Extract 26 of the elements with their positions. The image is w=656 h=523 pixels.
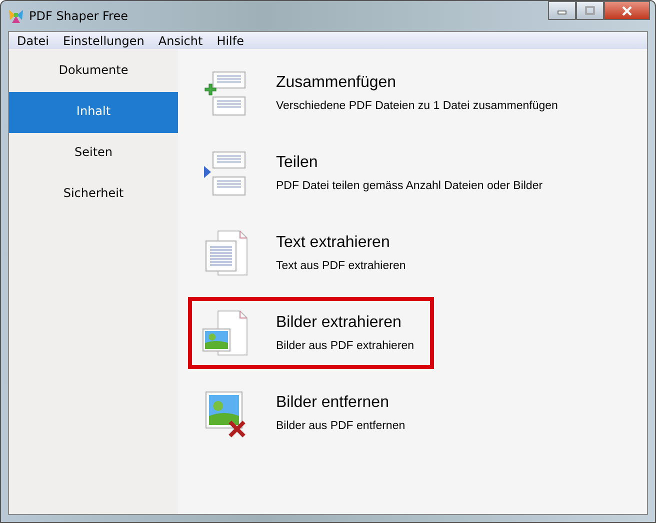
menu-item[interactable]: Datei bbox=[10, 34, 56, 48]
menu-item[interactable]: Ansicht bbox=[151, 34, 210, 48]
menu-item[interactable]: Hilfe bbox=[210, 34, 251, 48]
maximize-icon bbox=[584, 6, 596, 16]
sidebar-item[interactable]: Sicherheit bbox=[9, 174, 178, 215]
image-document-icon bbox=[200, 308, 250, 358]
action-title[interactable]: Bilder entfernen bbox=[276, 394, 406, 412]
window-title: PDF Shaper Free bbox=[29, 9, 128, 23]
action-title[interactable]: Zusammenfügen bbox=[276, 74, 558, 92]
sidebar-item[interactable]: Dokumente bbox=[9, 51, 178, 92]
close-button[interactable] bbox=[604, 1, 650, 20]
action-description: Bilder aus PDF entfernen bbox=[276, 420, 406, 432]
app-logo-icon bbox=[8, 8, 24, 24]
menu-item[interactable]: Einstellungen bbox=[56, 34, 152, 48]
sidebar-item[interactable]: Seiten bbox=[9, 133, 178, 174]
action-description: Text aus PDF extrahieren bbox=[276, 260, 406, 272]
sidebar-item[interactable]: Inhalt bbox=[9, 92, 178, 133]
action-title[interactable]: Bilder extrahieren bbox=[276, 314, 414, 332]
action-description: Verschiedene PDF Dateien zu 1 Datei zusammenfügen bbox=[276, 100, 558, 112]
action-description: Bilder aus PDF extrahieren bbox=[276, 340, 414, 352]
action-title[interactable]: Teilen bbox=[276, 154, 543, 172]
action-description: PDF Datei teilen gemäss Anzahl Dateien oder Bilder bbox=[276, 180, 543, 192]
action-title[interactable]: Text extrahieren bbox=[276, 234, 406, 252]
minimize-button[interactable] bbox=[548, 1, 576, 20]
maximize-button[interactable] bbox=[576, 1, 604, 20]
close-icon bbox=[621, 6, 633, 16]
